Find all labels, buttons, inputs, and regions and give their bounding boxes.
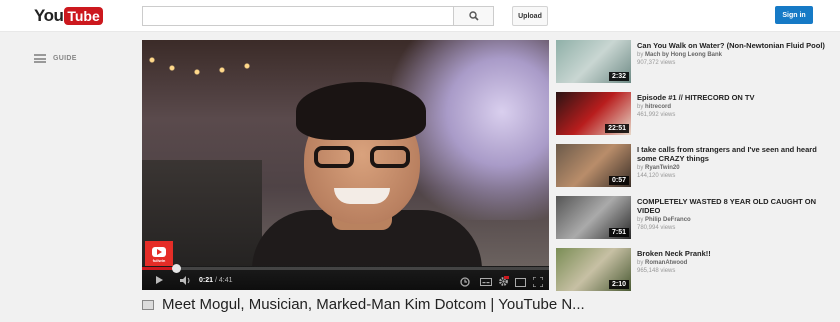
related-channel[interactable]: hitrecord bbox=[645, 104, 671, 110]
video-frame[interactable] bbox=[142, 40, 549, 266]
related-title[interactable]: COMPLETELY WASTED 8 YEAR OLD CAUGHT ON V… bbox=[637, 197, 832, 215]
time-separator: / bbox=[213, 277, 219, 284]
related-views: 780,994 views bbox=[637, 225, 676, 231]
presenter bbox=[252, 82, 482, 266]
related-thumbnail[interactable]: 7:51 bbox=[556, 196, 631, 239]
player-controls: 0:21 / 4:41 bbox=[142, 264, 549, 290]
related-channel-line: by RyanTwin20 bbox=[637, 164, 680, 172]
string-lights bbox=[142, 48, 262, 88]
related-channel[interactable]: RyanTwin20 bbox=[645, 165, 680, 171]
masthead: You Tube Upload Sign in bbox=[0, 0, 840, 32]
video-player[interactable]: fullwin 0:21 / 4:41 bbox=[142, 40, 549, 290]
related-title[interactable]: Episode #1 // HITRECORD ON TV bbox=[637, 93, 832, 102]
related-channel-line: by Mach by Hong Leong Bank bbox=[637, 51, 722, 59]
youtube-logo[interactable]: You Tube bbox=[34, 6, 103, 25]
play-logo-icon bbox=[152, 247, 166, 257]
by-text: by bbox=[637, 217, 644, 223]
scrubber-handle[interactable] bbox=[172, 264, 182, 273]
logo-you-text: You bbox=[34, 5, 64, 25]
fullscreen-icon[interactable] bbox=[532, 274, 544, 288]
related-channel[interactable]: RomanAtwood bbox=[645, 260, 687, 266]
related-views: 965,148 views bbox=[637, 268, 676, 274]
related-thumbnail[interactable]: 0:57 bbox=[556, 144, 631, 187]
related-thumbnail[interactable]: 2:10 bbox=[556, 248, 631, 291]
related-views: 461,992 views bbox=[637, 112, 676, 118]
guide-button[interactable]: GUIDE bbox=[34, 54, 77, 63]
video-title-bar: Meet Mogul, Musician, Marked-Man Kim Dot… bbox=[142, 296, 585, 313]
play-icon[interactable] bbox=[156, 276, 163, 284]
time-display: 0:21 / 4:41 bbox=[199, 277, 232, 284]
related-thumbnail[interactable]: 22:51 bbox=[556, 92, 631, 135]
time-current: 0:21 bbox=[199, 277, 214, 284]
channel-watermark[interactable]: fullwin bbox=[145, 241, 173, 269]
time-total: 4:41 bbox=[218, 277, 233, 284]
volume-icon[interactable] bbox=[180, 275, 191, 285]
search-input[interactable] bbox=[142, 6, 454, 26]
related-thumbnail[interactable]: 2:32 bbox=[556, 40, 631, 83]
related-channel-line: by RomanAtwood bbox=[637, 259, 687, 267]
duration-badge: 22:51 bbox=[605, 124, 629, 133]
logo-tube-text: Tube bbox=[64, 6, 103, 25]
related-video-item[interactable]: 7:51 COMPLETELY WASTED 8 YEAR OLD CAUGHT … bbox=[556, 196, 836, 242]
guide-label: GUIDE bbox=[53, 55, 77, 62]
progress-bar[interactable] bbox=[142, 264, 549, 273]
video-type-icon bbox=[142, 299, 154, 310]
related-views: 907,372 views bbox=[637, 60, 676, 66]
duration-badge: 0:57 bbox=[608, 176, 629, 185]
search-button[interactable] bbox=[453, 6, 494, 26]
related-channel[interactable]: Philip DeFranco bbox=[645, 217, 691, 223]
related-channel[interactable]: Mach by Hong Leong Bank bbox=[645, 52, 722, 58]
progress-played bbox=[142, 267, 177, 270]
by-text: by bbox=[637, 165, 644, 171]
captions-icon[interactable] bbox=[480, 274, 492, 286]
related-channel-line: by Philip DeFranco bbox=[637, 216, 691, 224]
related-video-item[interactable]: 2:10 Broken Neck Prank!! by RomanAtwood 965… bbox=[556, 248, 836, 294]
related-title[interactable]: Broken Neck Prank!! bbox=[637, 249, 832, 258]
upload-button[interactable]: Upload bbox=[512, 6, 548, 26]
theater-mode-icon[interactable] bbox=[515, 274, 526, 287]
by-text: by bbox=[637, 260, 644, 266]
duration-badge: 2:32 bbox=[608, 72, 629, 81]
video-title: Meet Mogul, Musician, Marked-Man Kim Dot… bbox=[162, 296, 585, 313]
related-title[interactable]: I take calls from strangers and I've see… bbox=[637, 145, 832, 163]
settings-icon[interactable] bbox=[498, 274, 510, 286]
duration-badge: 7:51 bbox=[608, 228, 629, 237]
watch-later-icon[interactable] bbox=[460, 274, 470, 287]
related-views: 144,120 views bbox=[637, 173, 676, 179]
watermark-label: fullwin bbox=[152, 258, 166, 263]
search-icon bbox=[468, 11, 479, 21]
related-video-item[interactable]: 0:57 I take calls from strangers and I've… bbox=[556, 144, 836, 190]
by-text: by bbox=[637, 104, 644, 110]
related-channel-line: by hitrecord bbox=[637, 103, 671, 111]
related-title[interactable]: Can You Walk on Water? (Non-Newtonian Fl… bbox=[637, 41, 832, 50]
sign-in-button[interactable]: Sign in bbox=[775, 6, 813, 24]
hamburger-menu-icon bbox=[34, 54, 46, 63]
duration-badge: 2:10 bbox=[608, 280, 629, 289]
related-video-item[interactable]: 2:32 Can You Walk on Water? (Non-Newtonia… bbox=[556, 40, 836, 86]
by-text: by bbox=[637, 52, 644, 58]
related-video-item[interactable]: 22:51 Episode #1 // HITRECORD ON TV by hit… bbox=[556, 92, 836, 138]
